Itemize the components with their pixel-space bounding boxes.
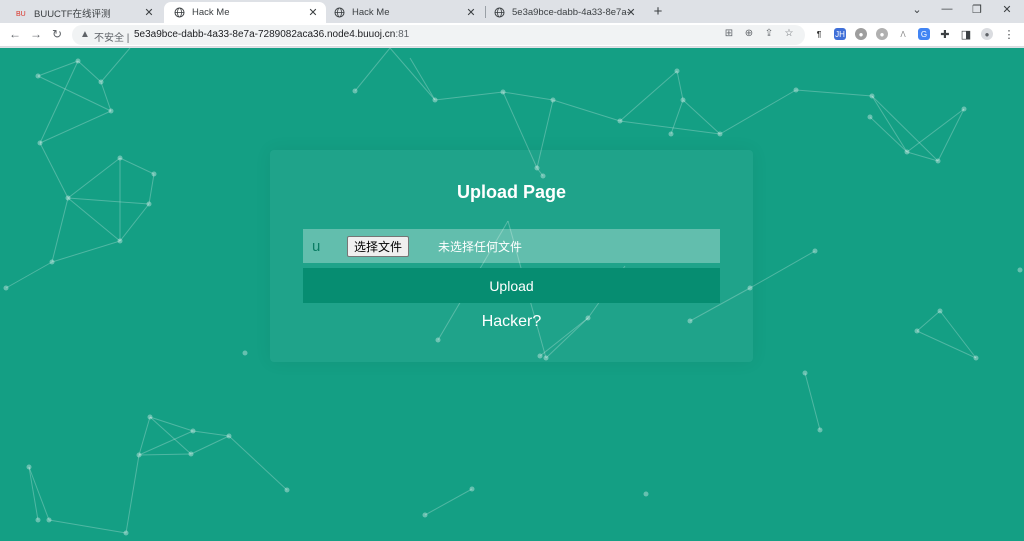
close-tab-icon[interactable]: ✕ <box>307 6 319 19</box>
translate-icon[interactable]: ⊞ <box>722 28 736 39</box>
warning-icon: ▲ <box>80 29 90 40</box>
tab-buuctf[interactable]: BU BUUCTF在线评测 ✕ <box>6 2 162 23</box>
tab-instance[interactable]: 5e3a9bce-dabb-4a33-8e7a-72 ✕ <box>484 2 644 23</box>
restore-button[interactable]: ❐ <box>970 3 984 16</box>
no-file-chosen-label: 未选择任何文件 <box>438 240 523 254</box>
extension-icon[interactable]: ● <box>855 28 867 40</box>
new-tab-button[interactable]: + <box>650 3 666 20</box>
tab-hack-me[interactable]: Hack Me ✕ <box>324 2 484 23</box>
globe-icon <box>334 7 345 18</box>
globe-icon <box>174 7 185 18</box>
sidepanel-icon[interactable]: ◨ <box>960 28 972 41</box>
zoom-icon[interactable]: ⊕ <box>742 28 756 39</box>
close-tab-icon[interactable]: ✕ <box>465 6 477 19</box>
upload-button[interactable]: Upload <box>303 268 720 303</box>
window-close-button[interactable]: ✕ <box>1000 3 1014 16</box>
browser-toolbar: ← → ↻ ▲ 不安全 | 5e3a9bce-dabb-4a33-8e7a-72… <box>0 23 1024 47</box>
page-title: Upload Page <box>456 182 567 202</box>
tab-title: BUUCTF在线评测 <box>34 8 111 20</box>
tab-title: 5e3a9bce-dabb-4a33-8e7a-72 <box>512 7 630 18</box>
close-tab-icon[interactable]: ✕ <box>143 6 155 19</box>
tab-title: Hack Me <box>192 7 230 18</box>
close-tab-icon[interactable]: ✕ <box>625 6 637 19</box>
forward-button[interactable]: → <box>29 27 43 41</box>
back-button[interactable]: ← <box>8 27 22 41</box>
menu-kebab-icon[interactable]: ⋮ <box>1003 28 1015 41</box>
tab-hack-me-active[interactable]: Hack Me ✕ <box>164 2 326 23</box>
buuctf-favicon-icon: BU <box>16 7 27 18</box>
puzzle-icon[interactable]: ✚ <box>939 28 951 41</box>
page-viewport: Upload Page u 选择文件 未选择任何文件 Upload Hacker… <box>0 48 1024 541</box>
bookmark-star-icon[interactable]: ☆ <box>782 28 796 39</box>
address-bar[interactable]: ▲ 不安全 | 5e3a9bce-dabb-4a33-8e7a-7289082a… <box>72 25 805 45</box>
svg-text:BU: BU <box>16 11 26 18</box>
minimize-button[interactable]: — <box>940 3 954 15</box>
file-input-row[interactable]: u 选择文件 未选择任何文件 <box>303 229 720 263</box>
file-input-prefix: u <box>312 238 321 255</box>
hacker-text: Hacker? <box>481 313 542 330</box>
upload-card: Upload Page u 选择文件 未选择任何文件 Upload Hacker… <box>270 150 753 362</box>
translate-extension-icon[interactable]: G <box>918 28 930 40</box>
tab-title: Hack Me <box>352 7 390 18</box>
share-icon[interactable]: ⇪ <box>762 28 776 39</box>
profile-avatar-icon[interactable]: ● <box>981 28 993 40</box>
security-label[interactable]: 不安全 | <box>94 29 129 44</box>
extension-icon[interactable]: ● <box>876 28 888 40</box>
reload-button[interactable]: ↻ <box>50 27 64 41</box>
extension-icon[interactable]: Λ <box>897 28 909 40</box>
jh-extension-icon[interactable]: JH <box>834 28 846 40</box>
paragraph-extension-icon[interactable]: ¶ <box>813 28 825 40</box>
tab-strip: BU BUUCTF在线评测 ✕ Hack Me ✕ Hack Me ✕ 5e3a… <box>0 0 1024 23</box>
tab-search-icon[interactable]: ⌄ <box>910 3 924 16</box>
globe-icon <box>494 7 505 18</box>
choose-file-button[interactable]: 选择文件 <box>347 236 410 257</box>
url-text[interactable]: 5e3a9bce-dabb-4a33-8e7a-7289082aca36.nod… <box>134 29 409 40</box>
